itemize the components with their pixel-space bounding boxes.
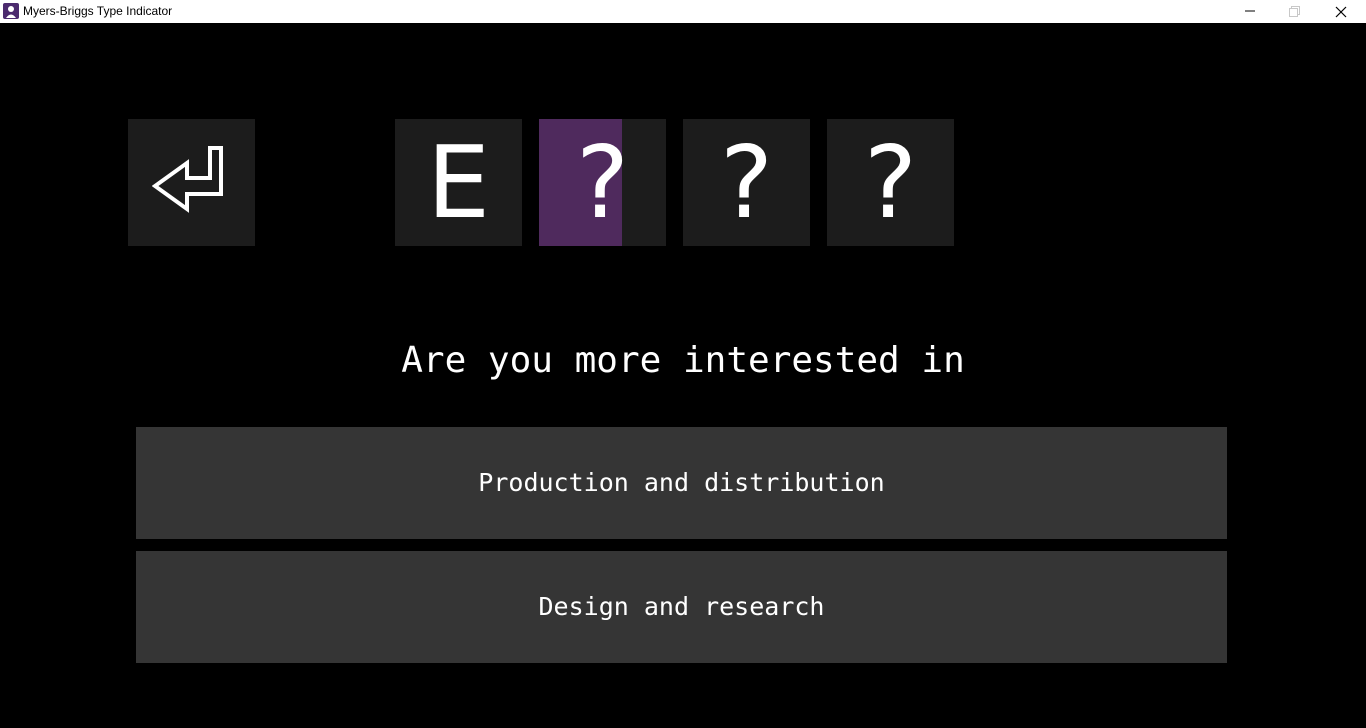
minimize-icon (1245, 10, 1255, 12)
title-bar: Myers-Briggs Type Indicator (0, 0, 1366, 23)
type-letter: ? (719, 124, 774, 241)
type-letter: E (426, 124, 491, 241)
type-letter-tile: E (395, 119, 522, 246)
answer-option-1[interactable]: Production and distribution (136, 427, 1227, 539)
return-arrow-icon (152, 146, 223, 213)
type-letter: ? (575, 124, 630, 241)
app-window: Myers-Briggs Type Indicator E ? ? ? Are … (0, 0, 1366, 728)
type-letter-tile: ? (827, 119, 954, 246)
maximize-icon (1289, 6, 1300, 17)
maximize-button[interactable] (1272, 0, 1318, 23)
answer-option-2[interactable]: Design and research (136, 551, 1227, 663)
close-icon (1335, 6, 1347, 18)
close-button[interactable] (1318, 0, 1364, 23)
type-letter: ? (863, 124, 918, 241)
type-letter-tile: ? (539, 119, 666, 246)
window-title: Myers-Briggs Type Indicator (23, 4, 173, 18)
back-button[interactable] (128, 119, 255, 246)
question-text: Are you more interested in (401, 340, 965, 381)
type-letter-tile: ? (683, 119, 810, 246)
mbti-app-icon (3, 3, 19, 19)
minimize-button[interactable] (1227, 0, 1273, 23)
